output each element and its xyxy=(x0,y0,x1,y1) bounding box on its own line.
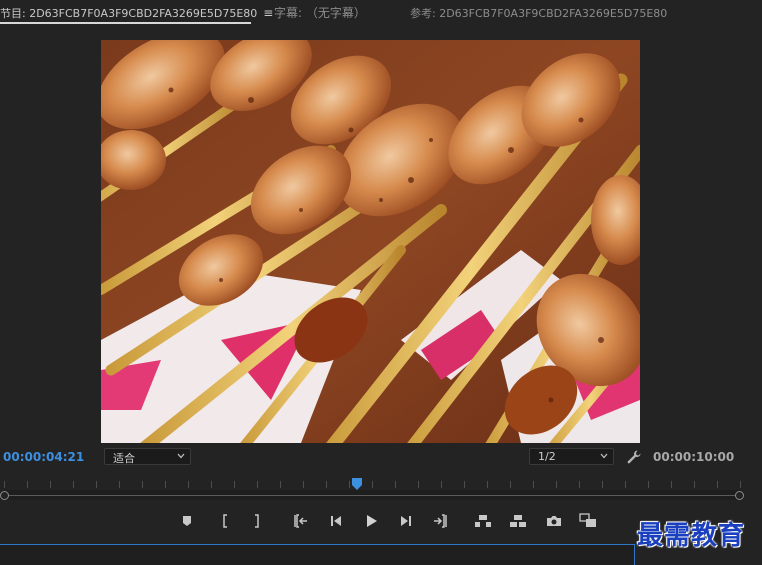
zoom-level-select[interactable]: 适合 xyxy=(104,448,191,465)
ruler-baseline xyxy=(4,495,740,496)
duration-timecode: 00:00:10:00 xyxy=(653,450,735,464)
ruler-tick xyxy=(188,481,189,488)
video-preview[interactable] xyxy=(101,40,640,443)
ruler-tick xyxy=(602,481,603,488)
panel-tab-bar: 节目: 2D63FCB7F0A3F9CBD2FA3269E5D75E80 ≡ 字幕… xyxy=(0,0,762,26)
mark-out-button[interactable] xyxy=(248,512,266,530)
lift-icon xyxy=(475,515,491,527)
time-ruler[interactable] xyxy=(0,478,762,502)
bottom-panel-frame xyxy=(0,544,635,565)
tab-program-label: 节目: 2D63FCB7F0A3F9CBD2FA3269E5D75E80 xyxy=(0,7,258,20)
extract-button[interactable] xyxy=(509,512,527,530)
go-to-in-button[interactable] xyxy=(292,512,310,530)
play-icon xyxy=(367,515,377,527)
ruler-tick xyxy=(556,481,557,488)
ruler-tick xyxy=(395,481,396,488)
mark-out-icon xyxy=(255,514,259,528)
ruler-tick xyxy=(280,481,281,488)
step-back-icon xyxy=(331,516,341,526)
ruler-tick xyxy=(349,481,350,488)
watermark-text: 最需教育 xyxy=(637,521,746,551)
ruler-tick xyxy=(441,481,442,488)
ruler-tick xyxy=(740,481,741,488)
out-point-handle[interactable] xyxy=(735,491,744,500)
ruler-tick xyxy=(372,481,373,488)
ruler-tick xyxy=(533,481,534,488)
active-tab-indicator xyxy=(0,22,251,24)
go-to-in-icon xyxy=(294,514,307,528)
tab-program-monitor[interactable]: 节目: 2D63FCB7F0A3F9CBD2FA3269E5D75E80 ≡ xyxy=(0,5,273,21)
mark-in-button[interactable] xyxy=(216,512,234,530)
play-button[interactable] xyxy=(362,512,380,530)
export-frame-button[interactable] xyxy=(545,512,563,530)
ruler-tick xyxy=(257,481,258,488)
ruler-tick xyxy=(234,481,235,488)
ruler-tick xyxy=(579,481,580,488)
mark-in-icon xyxy=(223,514,227,528)
chevron-down-icon xyxy=(177,453,185,459)
ruler-tick xyxy=(694,481,695,488)
chevron-down-icon xyxy=(600,453,608,459)
ruler-tick xyxy=(119,481,120,488)
playback-resolution-select[interactable]: 1/2 xyxy=(529,448,614,465)
ruler-tick xyxy=(303,481,304,488)
ruler-tick xyxy=(487,481,488,488)
ruler-tick xyxy=(165,481,166,488)
grilled-skewers-frame xyxy=(101,40,640,443)
go-to-out-button[interactable] xyxy=(431,512,449,530)
marker-icon xyxy=(183,516,191,526)
ruler-tick xyxy=(625,481,626,488)
step-back-button[interactable] xyxy=(327,512,345,530)
tab-reference-monitor[interactable]: 参考: 2D63FCB7F0A3F9CBD2FA3269E5D75E80 xyxy=(410,5,667,21)
camera-icon xyxy=(547,516,561,526)
ruler-tick xyxy=(96,481,97,488)
playback-resolution-value: 1/2 xyxy=(538,450,556,463)
current-timecode[interactable]: 00:00:04:21 xyxy=(3,450,84,464)
ruler-tick xyxy=(418,481,419,488)
zoom-level-value: 适合 xyxy=(113,452,135,465)
compare-icon xyxy=(579,513,596,527)
step-forward-icon xyxy=(401,516,411,526)
wrench-icon[interactable] xyxy=(626,449,642,465)
ruler-tick xyxy=(648,481,649,488)
go-to-out-icon xyxy=(434,514,447,528)
ruler-tick xyxy=(671,481,672,488)
ruler-tick xyxy=(326,481,327,488)
tab-captions[interactable]: 字幕: （无字幕） xyxy=(274,4,366,21)
in-point-handle[interactable] xyxy=(0,491,9,500)
ruler-tick xyxy=(510,481,511,488)
step-forward-button[interactable] xyxy=(397,512,415,530)
ruler-tick xyxy=(142,481,143,488)
ruler-tick xyxy=(211,481,212,488)
ruler-tick xyxy=(73,481,74,488)
ruler-tick xyxy=(717,481,718,488)
comparison-view-button[interactable] xyxy=(579,512,597,530)
ruler-tick xyxy=(27,481,28,488)
panel-menu-icon[interactable]: ≡ xyxy=(263,6,273,20)
ruler-tick xyxy=(50,481,51,488)
ruler-tick xyxy=(4,481,5,488)
playhead[interactable] xyxy=(351,478,363,490)
add-marker-button[interactable] xyxy=(178,512,196,530)
extract-icon xyxy=(510,515,526,527)
lift-button[interactable] xyxy=(474,512,492,530)
ruler-tick xyxy=(464,481,465,488)
